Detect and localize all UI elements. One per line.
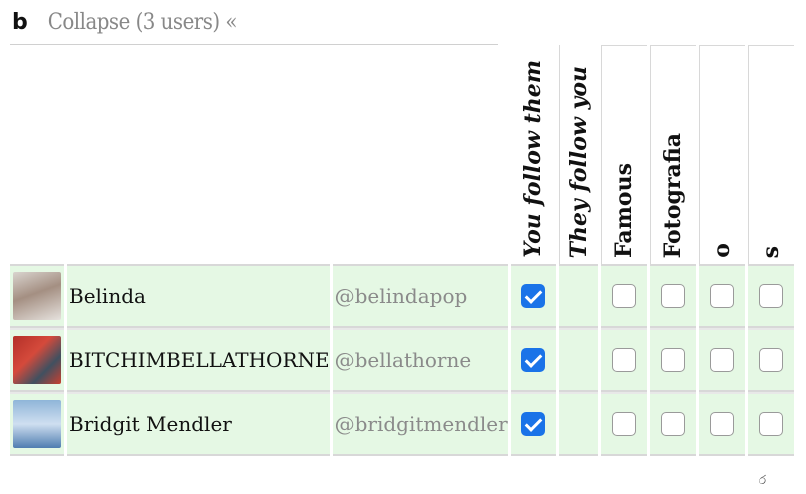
o-checkbox[interactable]	[709, 348, 734, 372]
s-cell	[747, 328, 794, 392]
group-header: b Collapse (3 users) «	[12, 10, 238, 40]
column-label-o: o	[709, 243, 736, 258]
o-cell	[698, 392, 745, 456]
user-row: Belinda @belindapop	[10, 266, 794, 328]
they-follow-you-cell	[558, 328, 598, 392]
column-header-famous[interactable]: Famous	[600, 45, 647, 266]
user-group-page: b Collapse (3 users) « You follow them T…	[0, 0, 806, 494]
user-row: BITCHIMBELLATHORNE @bellathorne	[10, 328, 794, 392]
famous-cell	[600, 266, 647, 328]
s-checkbox[interactable]	[758, 412, 783, 436]
s-checkbox[interactable]	[758, 348, 783, 372]
user-name[interactable]: Belinda	[67, 266, 330, 328]
group-letter: b	[12, 10, 28, 35]
famous-checkbox[interactable]	[611, 412, 636, 436]
famous-cell	[600, 392, 647, 456]
famous-checkbox[interactable]	[611, 284, 636, 308]
o-checkbox[interactable]	[709, 284, 734, 308]
avatar[interactable]	[13, 271, 61, 320]
column-header-row: You follow them They follow you Famous F…	[10, 45, 794, 266]
column-label-s: s	[758, 245, 785, 258]
s-cell	[747, 266, 794, 328]
avatar[interactable]	[13, 399, 61, 448]
footer-glyph: ර	[758, 473, 766, 487]
you-follow-them-checkbox[interactable]	[521, 412, 546, 436]
you-follow-them-checkbox[interactable]	[521, 348, 546, 372]
column-header-name	[67, 45, 330, 266]
you-follow-them-cell	[510, 266, 556, 328]
column-label-you-follow-them: You follow them	[520, 60, 547, 258]
they-follow-you-cell	[558, 266, 598, 328]
column-header-o[interactable]: o	[698, 45, 745, 266]
user-handle[interactable]: @bellathorne	[332, 328, 508, 392]
column-header-avatar	[10, 45, 64, 266]
column-label-fotografia: Fotografia	[660, 132, 687, 258]
column-label-they-follow-you: They follow you	[565, 65, 592, 258]
fotografia-cell	[649, 328, 696, 392]
user-handle[interactable]: @belindapop	[332, 266, 508, 328]
user-avatar-cell	[10, 266, 64, 328]
famous-checkbox[interactable]	[611, 348, 636, 372]
fotografia-cell	[649, 266, 696, 328]
famous-cell	[600, 328, 647, 392]
o-cell	[698, 266, 745, 328]
user-handle[interactable]: @bridgitmendler	[332, 392, 508, 456]
o-checkbox[interactable]	[709, 412, 734, 436]
s-checkbox[interactable]	[758, 284, 783, 308]
column-header-you-follow-them: You follow them	[510, 45, 556, 266]
you-follow-them-cell	[510, 328, 556, 392]
s-cell	[747, 392, 794, 456]
column-header-handle	[332, 45, 508, 266]
you-follow-them-checkbox[interactable]	[521, 284, 546, 308]
fotografia-checkbox[interactable]	[660, 412, 685, 436]
user-avatar-cell	[10, 328, 64, 392]
column-label-famous: Famous	[611, 162, 638, 258]
they-follow-you-cell	[558, 392, 598, 456]
you-follow-them-cell	[510, 392, 556, 456]
column-header-fotografia[interactable]: Fotografia	[649, 45, 696, 266]
user-name[interactable]: BITCHIMBELLATHORNE	[67, 328, 330, 392]
fotografia-checkbox[interactable]	[660, 284, 685, 308]
user-avatar-cell	[10, 392, 64, 456]
user-name[interactable]: Bridgit Mendler	[67, 392, 330, 456]
users-table: You follow them They follow you Famous F…	[7, 45, 797, 456]
collapse-link[interactable]: Collapse (3 users) «	[48, 10, 238, 35]
avatar[interactable]	[13, 335, 61, 384]
user-row: Bridgit Mendler @bridgitmendler	[10, 392, 794, 456]
column-header-s[interactable]: s	[747, 45, 794, 266]
o-cell	[698, 328, 745, 392]
column-header-they-follow-you: They follow you	[558, 45, 598, 266]
fotografia-checkbox[interactable]	[660, 348, 685, 372]
fotografia-cell	[649, 392, 696, 456]
